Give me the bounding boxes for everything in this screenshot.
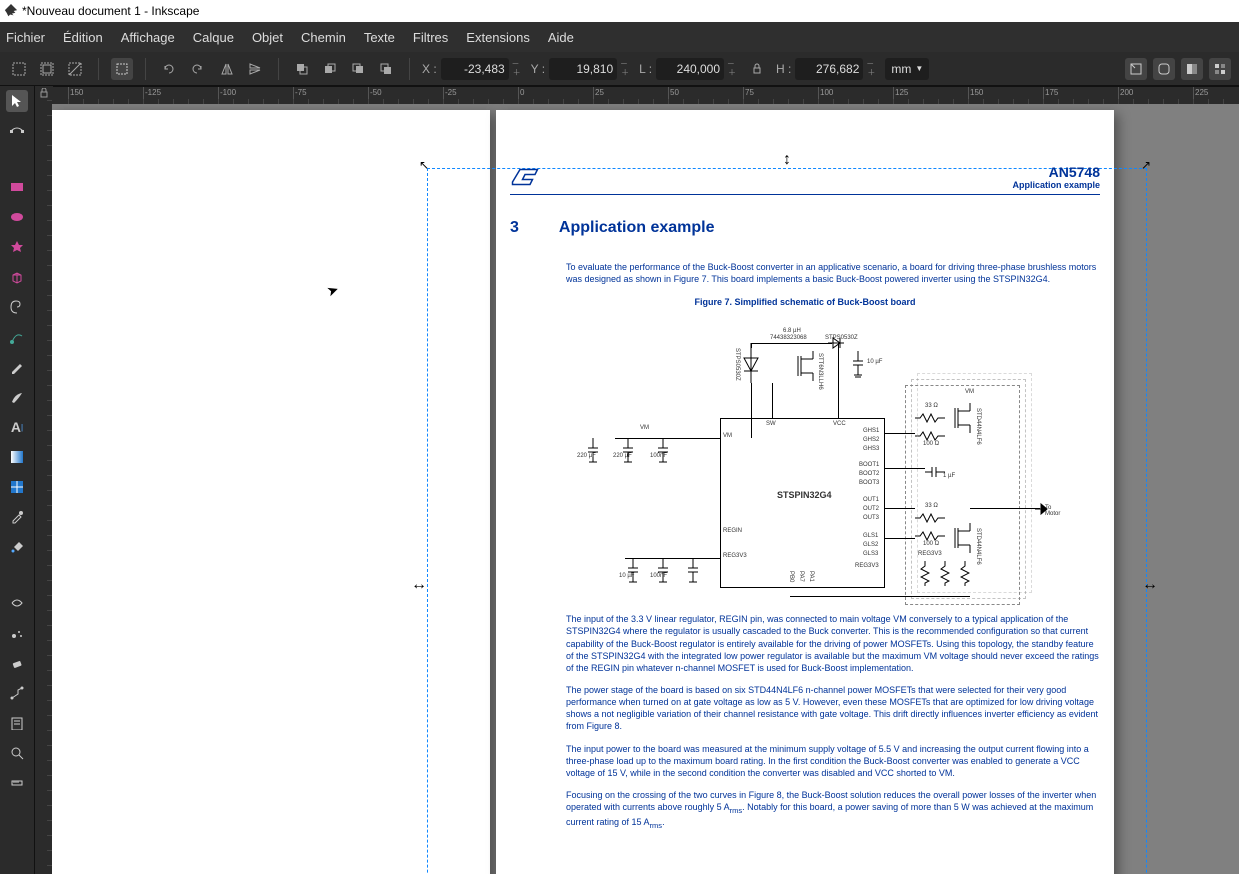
spiral-tool-icon[interactable]	[6, 296, 28, 318]
pencil-tool-icon[interactable]	[6, 356, 28, 378]
lower-bottom-icon[interactable]	[375, 58, 397, 80]
measure-tool-icon[interactable]	[6, 772, 28, 794]
w-input[interactable]	[656, 58, 724, 80]
rect-tool-icon[interactable]	[6, 176, 28, 198]
paragraph-3: The power stage of the board is based on…	[566, 684, 1100, 733]
affect-stroke-icon[interactable]	[1125, 58, 1147, 80]
star-tool-icon[interactable]	[6, 236, 28, 258]
raise-top-icon[interactable]	[291, 58, 313, 80]
connector-tool-icon[interactable]	[6, 682, 28, 704]
embedded-document: AN5748 Application example 3 Application…	[510, 164, 1100, 841]
toolbox: A|	[0, 86, 34, 874]
menu-fichier[interactable]: Fichier	[6, 30, 45, 45]
menu-objet[interactable]: Objet	[252, 30, 283, 45]
raise-icon[interactable]	[319, 58, 341, 80]
menu-filtres[interactable]: Filtres	[413, 30, 448, 45]
paragraph-4: The input power to the board was measure…	[566, 743, 1100, 779]
menu-extensions[interactable]: Extensions	[466, 30, 530, 45]
lpe-tool-icon[interactable]	[6, 712, 28, 734]
toggle-bbox-icon[interactable]	[111, 58, 133, 80]
text-tool-icon[interactable]: A|	[6, 416, 28, 438]
handle-nw[interactable]: ↖	[417, 158, 431, 172]
doc-subtitle: Application example	[1012, 180, 1100, 190]
bezier-tool-icon[interactable]	[6, 326, 28, 348]
dropper-tool-icon[interactable]	[6, 506, 28, 528]
st-logo-icon	[510, 167, 540, 187]
page-left	[52, 110, 490, 874]
spray-tool-icon[interactable]	[6, 622, 28, 644]
figure7-caption: Figure 7. Simplified schematic of Buck-B…	[510, 297, 1100, 307]
w-label: L :	[639, 62, 652, 76]
window-title: *Nouveau document 1 - Inkscape	[22, 4, 199, 18]
zoom-tool-icon[interactable]	[6, 742, 28, 764]
rotate-cw-icon[interactable]	[186, 58, 208, 80]
flip-h-icon[interactable]	[216, 58, 238, 80]
affect-gradient-icon[interactable]	[1181, 58, 1203, 80]
w-spin[interactable]: ─＋	[728, 58, 738, 80]
x-input[interactable]	[441, 58, 509, 80]
affect-corners-icon[interactable]	[1153, 58, 1175, 80]
calligraphy-tool-icon[interactable]	[6, 386, 28, 408]
eraser-tool-icon[interactable]	[6, 652, 28, 674]
lock-aspect-icon[interactable]	[746, 58, 768, 80]
3dbox-tool-icon[interactable]	[6, 266, 28, 288]
x-label: X :	[422, 62, 437, 76]
menubar: Fichier Édition Affichage Calque Objet C…	[0, 22, 1239, 52]
menu-chemin[interactable]: Chemin	[301, 30, 346, 45]
y-spin[interactable]: ─＋	[621, 58, 631, 80]
handle-w[interactable]: ↔	[412, 578, 426, 592]
flip-v-icon[interactable]	[244, 58, 266, 80]
affect-pattern-icon[interactable]	[1209, 58, 1231, 80]
x-spin[interactable]: ─＋	[513, 58, 523, 80]
node-tool-icon[interactable]	[6, 120, 28, 142]
h-input[interactable]	[795, 58, 863, 80]
schematic-figure: STSPIN32G4 SW VCC VM REGIN REG3V3 GHS1 G…	[545, 313, 1065, 613]
handle-e[interactable]: ↔	[1143, 578, 1157, 592]
deselect-icon[interactable]	[64, 58, 86, 80]
paragraph-1: To evaluate the performance of the Buck-…	[566, 261, 1100, 285]
unit-select[interactable]: mm▼	[885, 58, 929, 80]
menu-calque[interactable]: Calque	[193, 30, 234, 45]
tool-options-bar: X : ─＋ Y : ─＋ L : ─＋ H : ─＋ mm▼	[0, 52, 1239, 86]
paragraph-2: The input of the 3.3 V linear regulator,…	[566, 613, 1100, 674]
lower-icon[interactable]	[347, 58, 369, 80]
canvas[interactable]: ↖ ↕ ↗ ↔ ↔ ➤ AN5748 Application example 3…	[52, 104, 1239, 874]
y-label: Y :	[531, 62, 545, 76]
ruler-vertical[interactable]	[34, 86, 52, 874]
select-all-icon[interactable]	[8, 58, 30, 80]
ruler-horizontal[interactable]: 150 -125 -100 -75 -50 -25 0 25 50 75 100…	[52, 86, 1239, 104]
menu-affichage[interactable]: Affichage	[121, 30, 175, 45]
guide-lock-icon[interactable]	[35, 86, 53, 100]
section-title: Application example	[559, 219, 715, 237]
titlebar: *Nouveau document 1 - Inkscape	[0, 0, 1239, 22]
menu-edition[interactable]: Édition	[63, 30, 103, 45]
select-layers-icon[interactable]	[36, 58, 58, 80]
rotate-ccw-icon[interactable]	[158, 58, 180, 80]
menu-texte[interactable]: Texte	[364, 30, 395, 45]
menu-aide[interactable]: Aide	[548, 30, 574, 45]
doc-an-number: AN5748	[1012, 164, 1100, 180]
h-label: H :	[776, 62, 791, 76]
selector-tool-icon[interactable]	[6, 90, 28, 112]
tweak-tool-icon[interactable]	[6, 592, 28, 614]
y-input[interactable]	[549, 58, 617, 80]
paintbucket-tool-icon[interactable]	[6, 536, 28, 558]
gradient-tool-icon[interactable]	[6, 446, 28, 468]
inkscape-logo-icon	[4, 4, 18, 18]
h-spin[interactable]: ─＋	[867, 58, 877, 80]
ellipse-tool-icon[interactable]	[6, 206, 28, 228]
mesh-tool-icon[interactable]	[6, 476, 28, 498]
handle-ne[interactable]: ↗	[1139, 158, 1153, 172]
section-number: 3	[510, 219, 519, 237]
paragraph-5: Focusing on the crossing of the two curv…	[566, 789, 1100, 831]
